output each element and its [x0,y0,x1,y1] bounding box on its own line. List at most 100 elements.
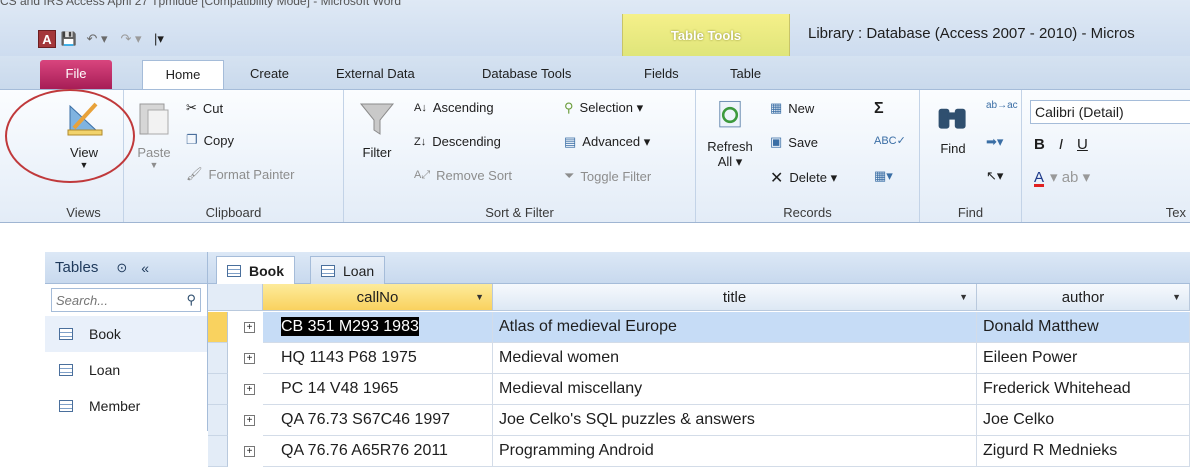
table-cell[interactable]: Eileen Power [977,343,1190,374]
cell-text: Medieval miscellany [499,380,643,397]
find-group-label: Find [957,205,984,220]
descending-button[interactable]: Z↓ Descending [414,134,501,149]
new-record-button[interactable]: ▦ New [770,100,814,116]
spelling-icon: ABC✓ [874,135,906,147]
collapse-nav-icon[interactable]: « [141,260,149,276]
descending-label: Descending [432,134,501,149]
advanced-button[interactable]: ▤ Advanced ▾ [564,134,650,150]
table-cell[interactable]: QA 76.76 A65R76 2011 [263,436,493,467]
cut-button[interactable]: ✂ Cut [186,100,223,116]
doc-tab-book[interactable]: Book [216,256,295,284]
selection-button[interactable]: ⚲ Selection ▾ [564,100,643,116]
refresh-all-button[interactable]: Refresh All ▾ [702,98,758,170]
nav-item-book[interactable]: Book [45,316,207,352]
table-cell[interactable]: Medieval miscellany [493,374,977,405]
bold-button[interactable]: B [1034,136,1045,153]
table-cell[interactable]: PC 14 V48 1965 [263,374,493,405]
tab-external-data[interactable]: External Data [326,60,425,90]
toggle-filter-button[interactable]: ⏷ Toggle Filter [564,168,651,184]
expand-subdatasheet-icon[interactable]: + [244,353,255,364]
ribbon-tabs: File Home Create External Data Database … [0,56,1190,90]
table-cell[interactable]: Medieval women [493,343,977,374]
tab-database-tools[interactable]: Database Tools [472,60,581,90]
table-cell[interactable]: HQ 1143 P68 1975 [263,343,493,374]
ascending-button[interactable]: A↓ Ascending [414,100,494,115]
find-button[interactable]: Find [928,98,978,156]
table-cell[interactable]: Joe Celko [977,405,1190,436]
paste-icon [139,103,169,135]
underline-button[interactable]: U [1077,136,1088,153]
save-icon[interactable]: 💾 [60,30,78,48]
chevron-down-icon[interactable]: ▼ [959,292,968,302]
document-tabs: Book Loan [208,252,1190,284]
italic-button[interactable]: I [1059,136,1063,153]
expand-subdatasheet-icon[interactable]: + [244,446,255,457]
table-cell[interactable]: Frederick Whitehead [977,374,1190,405]
record-selector[interactable] [208,312,228,343]
chevron-down-icon: ▼ [149,160,159,170]
tab-table[interactable]: Table [720,60,771,90]
expand-subdatasheet-icon[interactable]: + [244,322,255,333]
redo-icon[interactable]: ↷ ▾ [116,30,146,48]
format-painter-button[interactable]: 🖌 Format Painter [186,166,295,182]
expand-subdatasheet-icon[interactable]: + [244,384,255,395]
customize-qat-icon[interactable]: |▾ [150,30,168,48]
search-icon[interactable]: ⚲ [182,292,200,308]
paste-button[interactable]: Paste ▼ [130,98,178,170]
tab-file[interactable]: File [40,60,112,90]
select-all-corner[interactable] [208,284,263,311]
copy-button[interactable]: ❐ Copy [186,132,234,148]
expand-subdatasheet-icon[interactable]: + [244,415,255,426]
table-cell[interactable]: Joe Celko's SQL puzzles & answers [493,405,977,436]
table-cell[interactable]: CB 351 M293 1983 [263,312,493,343]
delete-record-button[interactable]: ✕ Delete ▾ [770,168,837,188]
tab-fields[interactable]: Fields [634,60,689,90]
record-selector[interactable] [208,405,228,436]
table-cell[interactable]: Zigurd R Mednieks [977,436,1190,467]
go-to-button[interactable]: ➡▾ [986,134,1003,150]
totals-button[interactable]: Σ [874,100,884,118]
sigma-icon: Σ [874,100,884,117]
nav-search-input[interactable] [52,291,183,309]
access-app-icon[interactable]: A [38,30,56,48]
doc-tab-loan[interactable]: Loan [310,256,386,284]
record-selector[interactable] [208,436,228,467]
replace-icon: ab→ac [986,100,1018,111]
spelling-button[interactable]: ABC✓ [874,134,906,147]
column-header-callno[interactable]: callNo ▼ [263,284,493,311]
select-button[interactable]: ↖▾ [986,168,1003,184]
filter-button[interactable]: Filter [352,98,402,160]
tab-home[interactable]: Home [142,60,224,90]
more-records-button[interactable]: ▦▾ [874,168,893,184]
font-name-select[interactable]: Calibri (Detail) [1030,100,1190,124]
format-painter-label: Format Painter [208,166,295,182]
column-header-author[interactable]: author ▼ [977,284,1190,311]
nav-dropdown-icon[interactable]: ⊙ [116,260,127,276]
font-color-button[interactable]: A ▾ ab ▾ [1034,168,1090,187]
nav-item-label: Member [89,398,141,414]
tab-create[interactable]: Create [240,60,299,90]
cell-text: QA 76.73 S67C46 1997 [281,411,451,428]
table-cell[interactable]: Programming Android [493,436,977,467]
nav-item-loan[interactable]: Loan [45,352,207,388]
table-icon [59,364,73,376]
doc-tab-label: Loan [343,262,375,279]
table-cell[interactable]: Atlas of medieval Europe [493,312,977,343]
records-group: Refresh All ▾ ▦ New ▣ Save ✕ Delete ▾ Σ … [696,90,920,222]
remove-sort-label: Remove Sort [436,168,513,183]
chevron-down-icon[interactable]: ▼ [1172,292,1181,302]
undo-icon[interactable]: ↶ ▾ [82,30,112,48]
save-label: Save [788,134,818,150]
record-selector[interactable] [208,343,228,374]
column-header-title[interactable]: title ▼ [493,284,977,311]
chevron-down-icon[interactable]: ▼ [475,292,484,302]
table-icon [321,264,335,277]
table-cell[interactable]: QA 76.73 S67C46 1997 [263,405,493,436]
replace-button[interactable]: ab→ac [986,100,1018,111]
remove-sort-button[interactable]: A⤢ Remove Sort [414,168,512,183]
table-cell[interactable]: Donald Matthew [977,312,1190,343]
nav-item-member[interactable]: Member [45,388,207,424]
record-selector[interactable] [208,374,228,405]
save-record-button[interactable]: ▣ Save [770,134,818,150]
nav-pane-header[interactable]: Tables ⊙ « [45,252,207,284]
